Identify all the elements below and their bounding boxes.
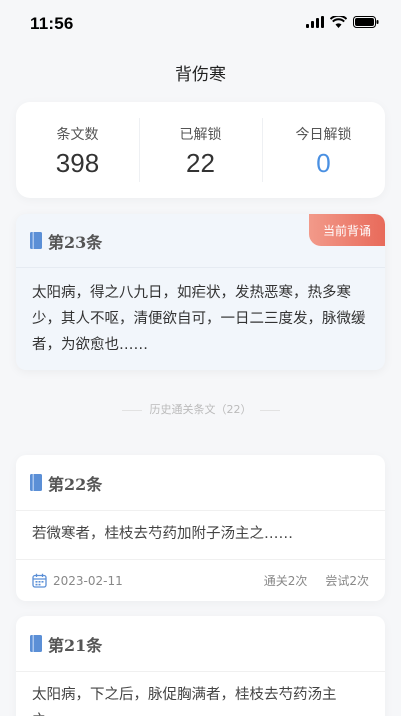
stat-value: 22: [186, 148, 215, 178]
card-text: 太阳病，得之八九日，如疟状，发热恶寒，热多寒少，其人不呕，清便欲自可，一日二三度…: [32, 285, 366, 353]
stat-value: 398: [55, 148, 100, 178]
status-icons: [306, 16, 379, 28]
stats-card: 条文数 398 已解锁 22 今日解锁 0: [16, 102, 385, 198]
calendar-icon: [32, 573, 47, 588]
book-icon: [30, 474, 42, 491]
status-time: 11:56: [30, 14, 74, 33]
stat-label: 已解锁: [179, 127, 222, 143]
status-bar: 11:56: [0, 0, 401, 50]
history-divider: 历史通关条文（22）: [0, 401, 401, 417]
attempt-count: 尝试2次: [325, 574, 369, 588]
card-footer: 2023-02-11 通关2次 尝试2次: [16, 559, 385, 601]
stat-unlocked: 已解锁 22: [139, 102, 262, 198]
history-card[interactable]: 第21条 太阳病，下之后，脉促胸满者，桂枝去芍药汤主之……: [16, 616, 385, 716]
card-text: 太阳病，下之后，脉促胸满者，桂枝去芍药汤主之……: [32, 687, 337, 716]
battery-icon: [353, 16, 379, 28]
card-header: 第21条: [16, 616, 385, 672]
stat-label: 今日解锁: [295, 127, 352, 143]
history-card[interactable]: 第22条 若微寒者，桂枝去芍药加附子汤主之…… 2023-02-11 通关2次 …: [16, 455, 385, 601]
card-header: 第22条: [16, 455, 385, 511]
page-title: 背伤寒: [175, 65, 226, 85]
signal-icon: [306, 16, 324, 28]
pass-count: 通关2次: [263, 574, 308, 588]
wifi-icon: [330, 16, 347, 28]
stat-label: 条文数: [56, 127, 99, 143]
card-title: 第22条: [48, 474, 103, 494]
book-icon: [30, 232, 42, 249]
card-title: 第21条: [48, 635, 103, 655]
history-date: 2023-02-11: [53, 573, 123, 588]
book-icon: [30, 635, 42, 652]
current-card[interactable]: 第23条 当前背诵 太阳病，得之八九日，如疟状，发热恶寒，热多寒少，其人不呕，清…: [16, 214, 385, 370]
current-badge: 当前背诵: [309, 214, 385, 246]
stat-today: 今日解锁 0: [262, 102, 385, 198]
stat-total: 条文数 398: [16, 102, 139, 198]
card-text: 若微寒者，桂枝去芍药加附子汤主之……: [32, 526, 293, 542]
stat-value: 0: [316, 148, 331, 178]
card-title: 第23条: [48, 232, 103, 252]
